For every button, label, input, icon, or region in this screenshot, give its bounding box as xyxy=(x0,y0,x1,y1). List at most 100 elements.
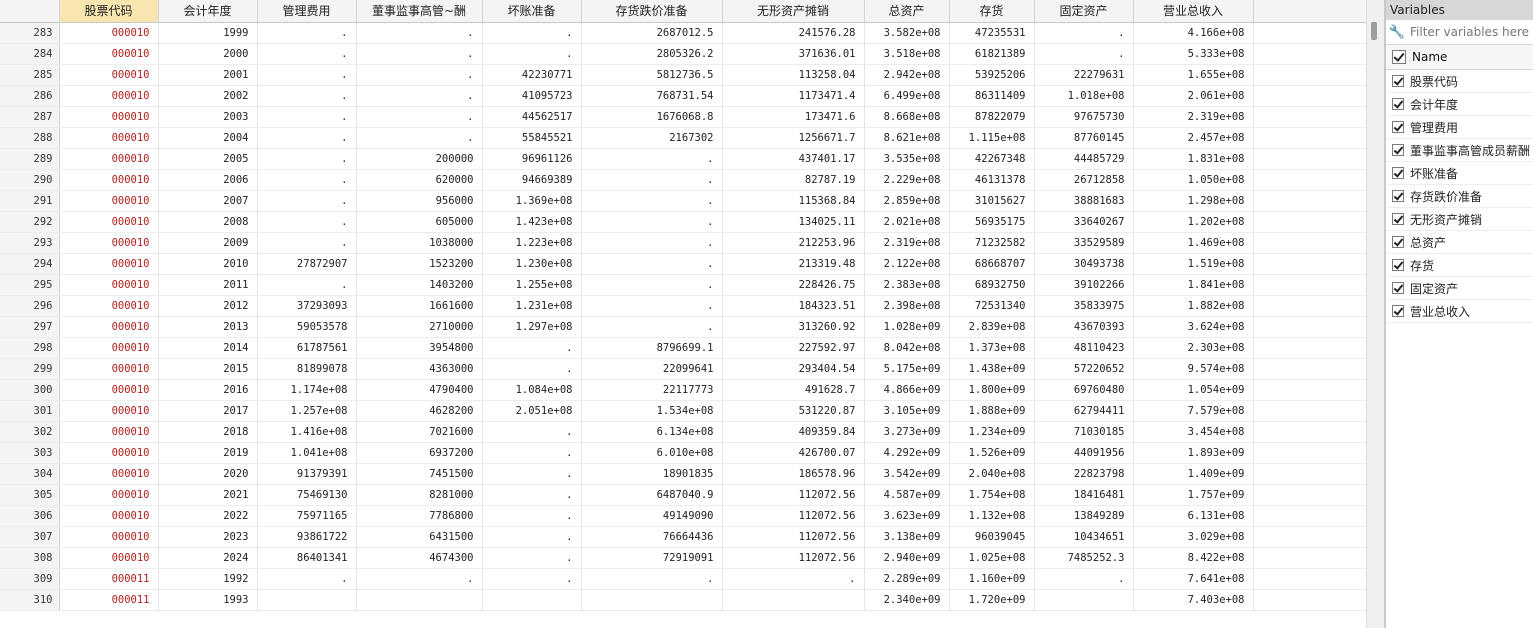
data-cell[interactable]: 000010 xyxy=(59,547,159,569)
data-cell[interactable]: 2018 xyxy=(158,421,258,443)
data-cell[interactable]: 134025.11 xyxy=(722,211,865,233)
column-header[interactable]: 管理费用 xyxy=(257,0,357,23)
data-cell[interactable]: 1.050e+08 xyxy=(1133,169,1254,191)
table-row[interactable]: 296 000010 2012 37293093 1661600 1.231e+08. 18… xyxy=(0,295,1367,317)
data-cell[interactable]: 1.416e+08 xyxy=(257,421,357,443)
data-cell[interactable]: 1.223e+08 xyxy=(482,232,582,254)
data-cell[interactable]: . xyxy=(257,169,357,191)
data-cell[interactable]: . xyxy=(722,568,865,590)
data-cell[interactable]: 6.134e+08 xyxy=(581,421,723,443)
data-cell[interactable] xyxy=(1034,589,1134,611)
data-cell[interactable]: 113258.04 xyxy=(722,64,865,86)
data-cell[interactable]: 000010 xyxy=(59,337,159,359)
table-row[interactable]: 308 000010 2024 86401341 4674300. 72919091 112… xyxy=(0,547,1367,569)
data-cell[interactable]: 2687012.5 xyxy=(581,22,723,44)
data-cell[interactable]: 956000 xyxy=(356,190,483,212)
data-cell[interactable]: 768731.54 xyxy=(581,85,723,107)
data-cell[interactable]: 5.333e+08 xyxy=(1133,43,1254,65)
data-cell[interactable]: . xyxy=(1034,22,1134,44)
data-cell[interactable]: . xyxy=(482,505,582,527)
variable-item[interactable]: 存货 xyxy=(1386,254,1533,277)
data-cell[interactable]: 1403200 xyxy=(356,274,483,296)
data-cell[interactable]: 2.839e+08 xyxy=(949,316,1035,338)
data-cell[interactable]: 112072.56 xyxy=(722,505,865,527)
data-cell[interactable]: 1.025e+08 xyxy=(949,547,1035,569)
data-cell[interactable]: 61821389 xyxy=(949,43,1035,65)
variable-item[interactable]: 会计年度 xyxy=(1386,93,1533,116)
data-cell[interactable]: 18416481 xyxy=(1034,484,1134,506)
data-cell[interactable]: 1.234e+09 xyxy=(949,421,1035,443)
data-cell[interactable]: . xyxy=(257,64,357,86)
data-cell[interactable]: 47235531 xyxy=(949,22,1035,44)
data-cell[interactable]: 41095723 xyxy=(482,85,582,107)
data-cell[interactable]: 3.138e+09 xyxy=(864,526,950,548)
table-row[interactable]: 307 000010 2023 93861722 6431500. 76664436 112… xyxy=(0,526,1367,548)
table-row[interactable]: 291 000010 2007. 956000 1.369e+08. 115368.84 2… xyxy=(0,190,1367,212)
data-cell[interactable]: 1.202e+08 xyxy=(1133,211,1254,233)
data-cell[interactable]: 426700.07 xyxy=(722,442,865,464)
data-cell[interactable]: . xyxy=(581,253,723,275)
data-cell[interactable]: 2.051e+08 xyxy=(482,400,582,422)
checkbox-checked-icon[interactable] xyxy=(1392,305,1404,317)
data-cell[interactable]: . xyxy=(581,169,723,191)
data-cell[interactable]: 112072.56 xyxy=(722,484,865,506)
data-cell[interactable]: 18901835 xyxy=(581,463,723,485)
data-cell[interactable]: 2022 xyxy=(158,505,258,527)
data-cell[interactable]: 2011 xyxy=(158,274,258,296)
data-cell[interactable]: 1.469e+08 xyxy=(1133,232,1254,254)
data-cell[interactable]: 3.029e+08 xyxy=(1133,526,1254,548)
data-cell[interactable]: 1.255e+08 xyxy=(482,274,582,296)
name-column-header[interactable]: Name xyxy=(1386,45,1533,70)
data-cell[interactable]: 27872907 xyxy=(257,253,357,275)
data-cell[interactable]: 491628.7 xyxy=(722,379,865,401)
data-cell[interactable]: . xyxy=(581,295,723,317)
data-cell[interactable]: 000010 xyxy=(59,421,159,443)
data-cell[interactable] xyxy=(257,589,357,611)
data-cell[interactable]: 000010 xyxy=(59,442,159,464)
table-row[interactable]: 303 000010 2019 1.041e+08 6937200. 6.010e+08 4… xyxy=(0,442,1367,464)
table-row[interactable]: 301 000010 2017 1.257e+08 4628200 2.051e+08 1.… xyxy=(0,400,1367,422)
data-cell[interactable]: 71232582 xyxy=(949,232,1035,254)
data-cell[interactable]: . xyxy=(581,148,723,170)
data-cell[interactable]: 33529589 xyxy=(1034,232,1134,254)
data-cell[interactable]: 1.754e+08 xyxy=(949,484,1035,506)
data-cell[interactable]: 000010 xyxy=(59,274,159,296)
data-cell[interactable]: 531220.87 xyxy=(722,400,865,422)
data-cell[interactable]: 75971165 xyxy=(257,505,357,527)
table-row[interactable]: 306 000010 2022 75971165 7786800. 49149090 112… xyxy=(0,505,1367,527)
data-cell[interactable]: 22099641 xyxy=(581,358,723,380)
data-cell[interactable]: 000010 xyxy=(59,106,159,128)
data-cell[interactable]: 3.582e+08 xyxy=(864,22,950,44)
data-cell[interactable]: 2002 xyxy=(158,85,258,107)
data-cell[interactable]: . xyxy=(482,484,582,506)
data-cell[interactable]: 68932750 xyxy=(949,274,1035,296)
data-cell[interactable]: 2167302 xyxy=(581,127,723,149)
data-cell[interactable]: 6487040.9 xyxy=(581,484,723,506)
data-cell[interactable]: . xyxy=(1034,43,1134,65)
data-cell[interactable]: 2001 xyxy=(158,64,258,86)
data-cell[interactable]: . xyxy=(257,190,357,212)
variable-item[interactable]: 营业总收入 xyxy=(1386,300,1533,323)
data-cell[interactable]: . xyxy=(482,358,582,380)
data-cell[interactable]: 000011 xyxy=(59,589,159,611)
data-cell[interactable]: 000010 xyxy=(59,43,159,65)
data-cell[interactable]: . xyxy=(257,568,357,590)
data-cell[interactable]: 1999 xyxy=(158,22,258,44)
data-cell[interactable]: . xyxy=(482,22,582,44)
data-cell[interactable]: 2003 xyxy=(158,106,258,128)
data-cell[interactable]: 2.061e+08 xyxy=(1133,85,1254,107)
variable-item[interactable]: 存货跌价准备 xyxy=(1386,185,1533,208)
data-cell[interactable]: 620000 xyxy=(356,169,483,191)
data-cell[interactable]: 000010 xyxy=(59,253,159,275)
data-cell[interactable]: 115368.84 xyxy=(722,190,865,212)
data-cell[interactable]: 91379391 xyxy=(257,463,357,485)
data-cell[interactable]: 5812736.5 xyxy=(581,64,723,86)
data-cell[interactable]: 241576.28 xyxy=(722,22,865,44)
data-cell[interactable]: 1.888e+09 xyxy=(949,400,1035,422)
data-cell[interactable]: 3.518e+08 xyxy=(864,43,950,65)
data-cell[interactable]: 409359.84 xyxy=(722,421,865,443)
data-cell[interactable]: 1.757e+09 xyxy=(1133,484,1254,506)
data-cell[interactable]: 26712858 xyxy=(1034,169,1134,191)
data-cell[interactable]: 57220652 xyxy=(1034,358,1134,380)
data-cell[interactable]: 2.398e+08 xyxy=(864,295,950,317)
